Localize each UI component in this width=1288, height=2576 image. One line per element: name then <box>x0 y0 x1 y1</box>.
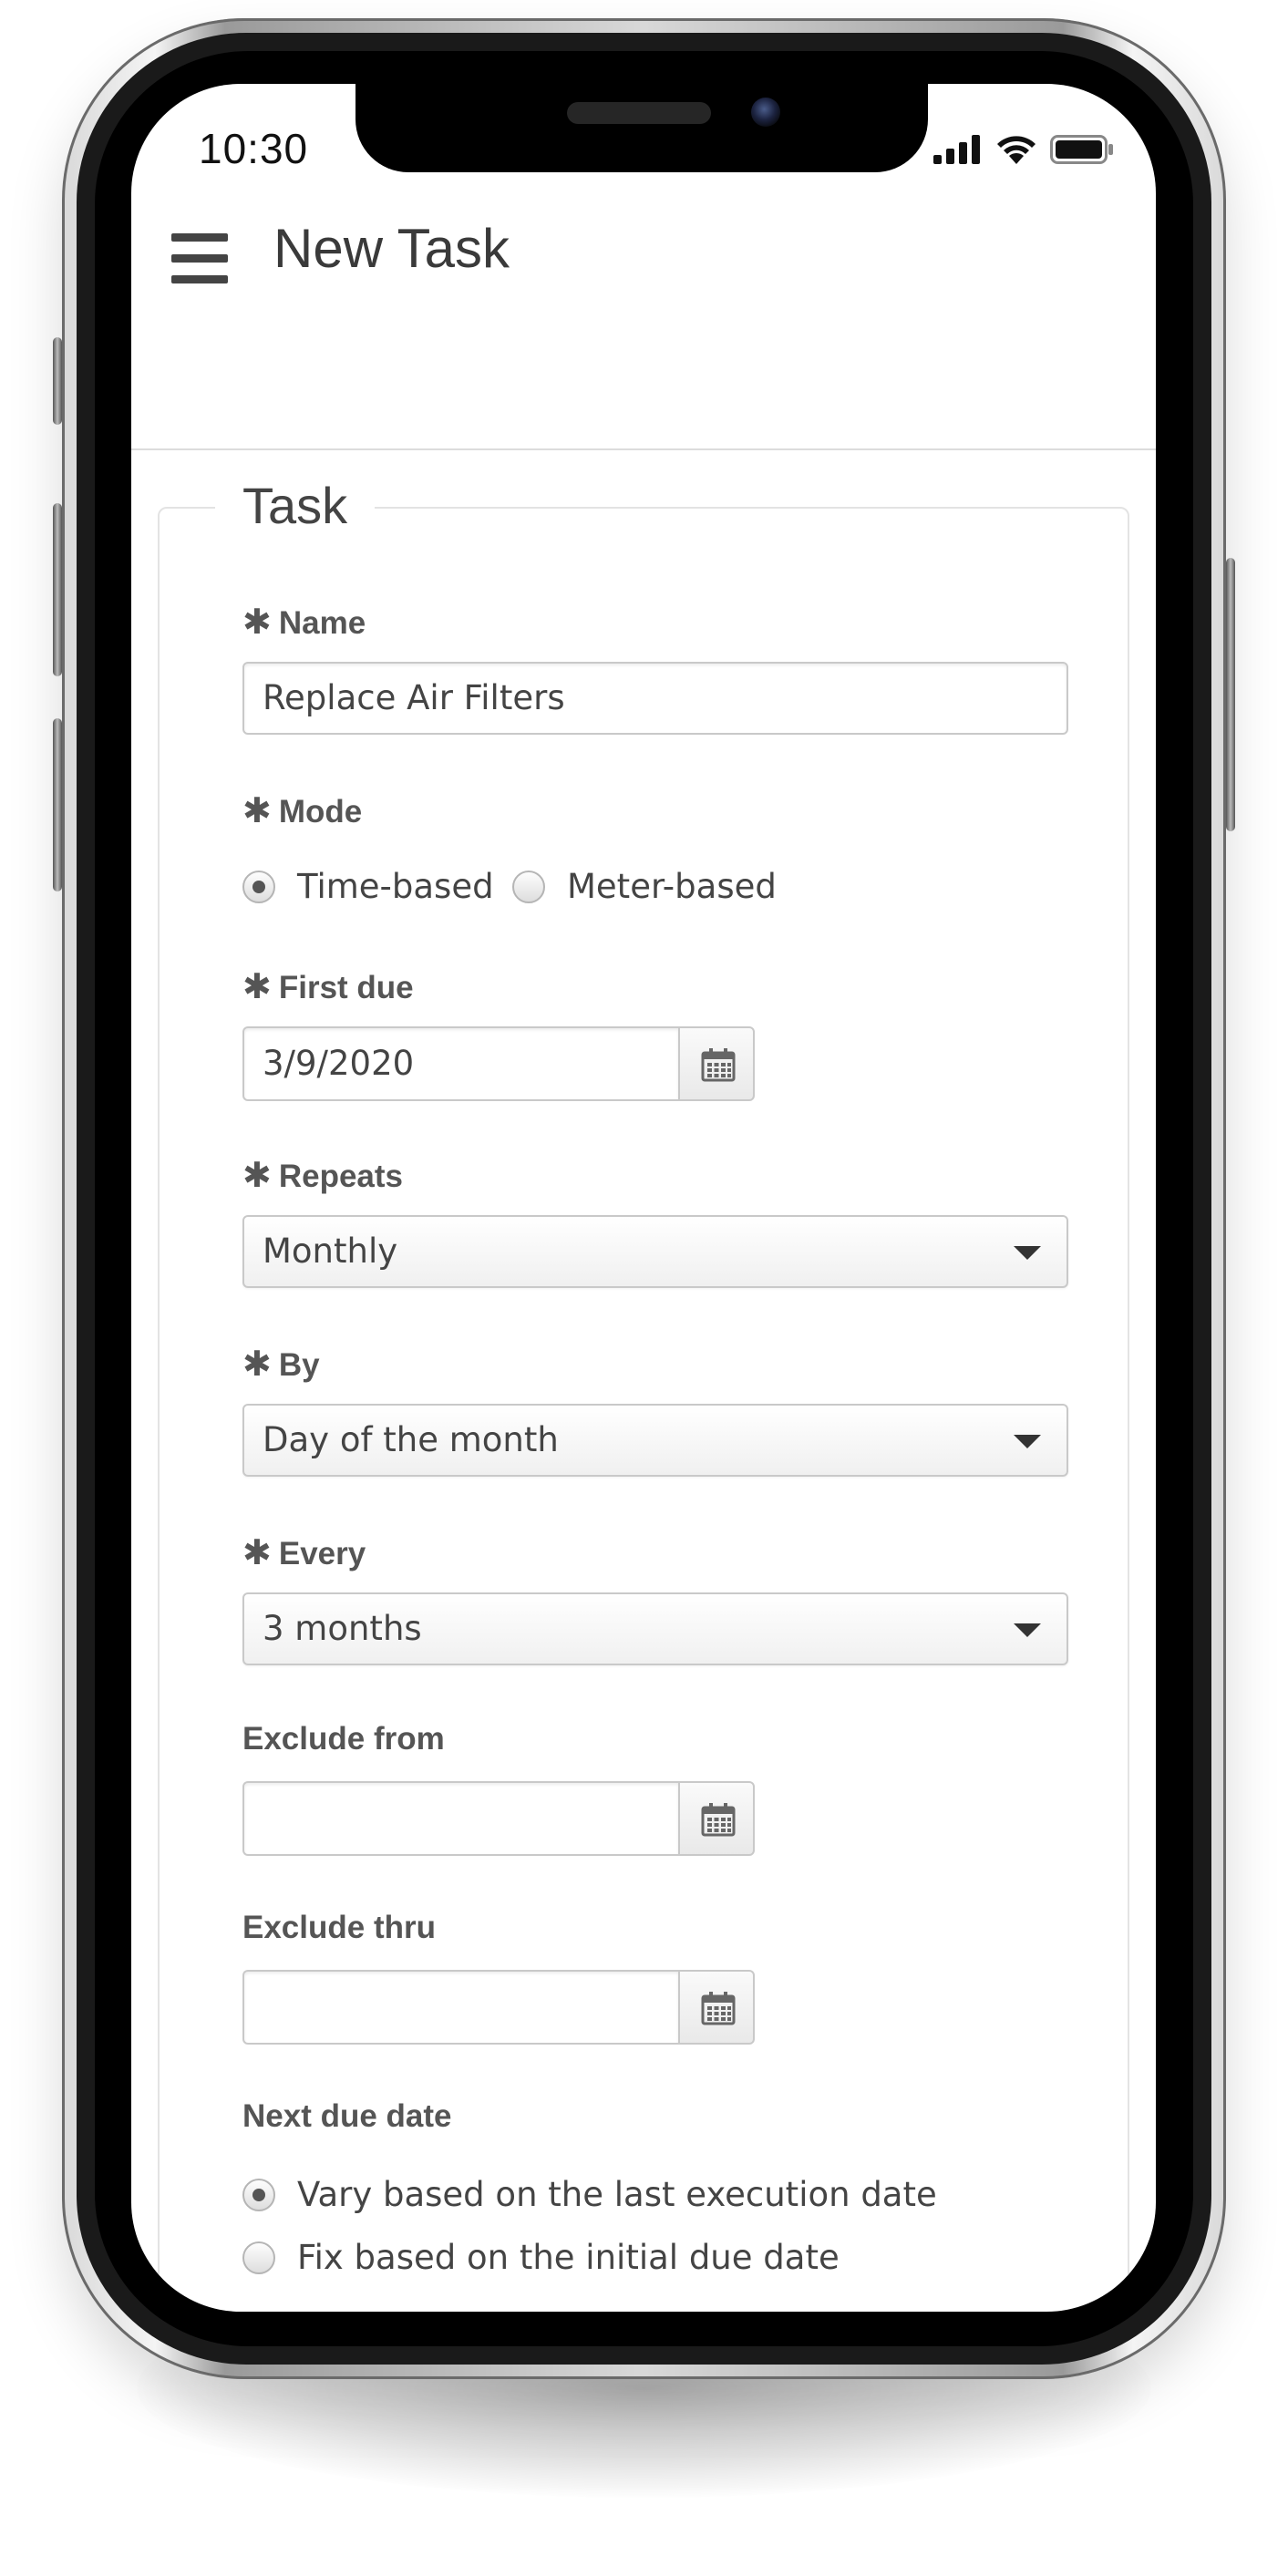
exclude-from-calendar-button[interactable] <box>678 1781 755 1856</box>
by-select[interactable]: Day of the month <box>242 1404 1068 1477</box>
power-button <box>1226 558 1235 831</box>
mode-radio-group: Time-based Meter-based <box>242 865 789 911</box>
volume-down-button <box>53 718 62 891</box>
notch <box>355 84 928 172</box>
calendar-icon <box>701 1048 736 1082</box>
calendar-icon <box>701 1803 736 1837</box>
radio-meter-based[interactable] <box>512 871 545 903</box>
front-camera <box>751 98 780 127</box>
status-time: 10:30 <box>199 125 309 172</box>
name-label: ✱ Name <box>242 603 366 642</box>
phone-screen: 10:30 New Task Task ✱ Name Replace Air Fi… <box>131 84 1156 2312</box>
repeats-select[interactable]: Monthly <box>242 1215 1068 1288</box>
exclude-thru-calendar-button[interactable] <box>678 1970 755 2045</box>
caret-down-icon <box>1014 1246 1041 1260</box>
battery-icon <box>1050 135 1113 164</box>
page-title: New Task <box>273 218 510 279</box>
by-selected-value: Day of the month <box>263 1420 559 1459</box>
every-label: ✱ Every <box>242 1534 366 1572</box>
status-icons <box>933 133 1116 166</box>
first-due-input[interactable]: 3/9/2020 <box>242 1026 678 1101</box>
wifi-icon <box>997 136 1036 164</box>
radio-time-based[interactable] <box>242 871 275 903</box>
radio-time-based-label[interactable]: Time-based <box>297 865 494 909</box>
speaker-grille <box>567 102 711 124</box>
hamburger-menu-icon[interactable] <box>171 233 228 284</box>
calendar-icon <box>701 1992 736 2025</box>
exclude-thru-label: Exclude thru <box>242 1910 436 1945</box>
repeats-label: ✱ Repeats <box>242 1157 404 1195</box>
radio-vary-last-execution-label[interactable]: Vary based on the last execution date <box>297 2173 937 2217</box>
mode-label: ✱ Mode <box>242 792 363 830</box>
mute-switch <box>53 337 62 425</box>
by-label: ✱ By <box>242 1345 320 1384</box>
caret-down-icon <box>1014 1435 1041 1448</box>
radio-vary-last-execution[interactable] <box>242 2179 275 2211</box>
every-selected-value: 3 months <box>263 1609 422 1648</box>
required-marker: ✱ <box>242 1345 272 1384</box>
radio-meter-based-label[interactable]: Meter-based <box>567 865 777 909</box>
cellular-signal-icon <box>933 135 980 164</box>
name-input[interactable]: Replace Air Filters <box>242 662 1068 735</box>
volume-up-button <box>53 503 62 676</box>
caret-down-icon <box>1014 1623 1041 1637</box>
radio-fix-initial-due[interactable] <box>242 2241 275 2274</box>
first-due-label: ✱ First due <box>242 968 414 1006</box>
next-due-radio-fix: Fix based on the initial due date <box>242 2236 1063 2282</box>
required-marker: ✱ <box>242 603 272 642</box>
repeats-selected-value: Monthly <box>263 1231 398 1271</box>
next-due-date-label: Next due date <box>242 2098 452 2134</box>
required-marker: ✱ <box>242 792 272 830</box>
every-select[interactable]: 3 months <box>242 1592 1068 1665</box>
exclude-thru-field <box>242 1970 755 2045</box>
exclude-from-field <box>242 1781 755 1856</box>
radio-fix-initial-due-label[interactable]: Fix based on the initial due date <box>297 2236 840 2280</box>
exclude-thru-input[interactable] <box>242 1970 678 2045</box>
required-marker: ✱ <box>242 1157 272 1195</box>
exclude-from-input[interactable] <box>242 1781 678 1856</box>
first-due-calendar-button[interactable] <box>678 1026 755 1101</box>
first-due-field: 3/9/2020 <box>242 1026 755 1101</box>
required-marker: ✱ <box>242 968 272 1006</box>
next-due-radio-vary: Vary based on the last execution date <box>242 2173 1063 2219</box>
fieldset-legend: Task <box>215 476 376 535</box>
required-marker: ✱ <box>242 1534 272 1572</box>
exclude-from-label: Exclude from <box>242 1721 445 1757</box>
